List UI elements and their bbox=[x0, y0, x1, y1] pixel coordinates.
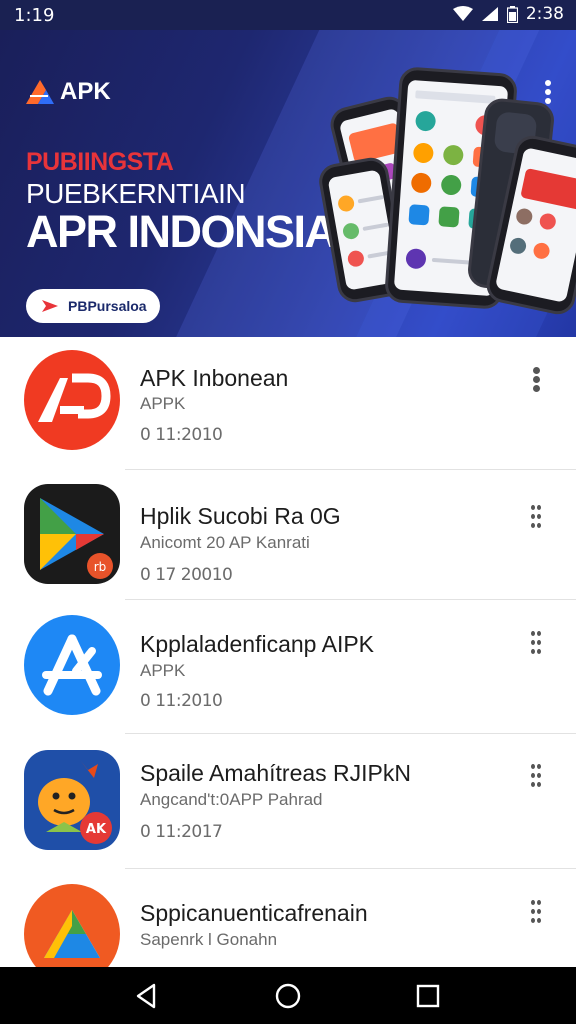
banner-headline-3: APR INDONSIA bbox=[26, 206, 337, 257]
svg-text:rb: rb bbox=[94, 560, 107, 574]
app-list: APK Inbonean APPK 0 11:2010 rb Hplik Suc… bbox=[0, 337, 576, 967]
banner-cta-button[interactable]: PBPursaloa bbox=[26, 289, 160, 323]
mascot-apk-icon: AK bbox=[24, 750, 120, 850]
app-subtitle: APPK bbox=[140, 394, 186, 413]
app-title: Hplik Sucobi Ra 0G bbox=[140, 503, 341, 529]
back-icon[interactable] bbox=[132, 981, 162, 1011]
apk-logo-icon bbox=[26, 80, 54, 104]
app-subtitle: Sapenrk l Gonahn bbox=[140, 930, 278, 949]
drive-triangle-icon bbox=[24, 884, 120, 967]
more-options-icon[interactable] bbox=[526, 505, 546, 535]
banner-headline-1: PUBIINGSTA bbox=[26, 148, 174, 176]
more-options-icon[interactable] bbox=[526, 367, 546, 397]
status-bar: 1:19 2:38 bbox=[0, 0, 576, 30]
list-item[interactable]: Kpplaladenficanp AIPK APPK 0 11:2010 bbox=[0, 601, 576, 734]
banner-cta-label: PBPursaloa bbox=[68, 298, 147, 314]
battery-time: 2:38 bbox=[525, 4, 564, 24]
recents-icon[interactable] bbox=[413, 981, 443, 1011]
apk-red-logo-icon bbox=[24, 350, 120, 450]
play-arrow-icon bbox=[42, 300, 58, 312]
app-subtitle: Angcand't:0APP Pahrad bbox=[140, 790, 323, 809]
hero-banner: APK PUBIINGSTA PUEBKERNTIAIN APR INDONSI… bbox=[0, 30, 576, 337]
list-item[interactable]: AK Spaile Amahítreas RJIPkN Angcand't:0A… bbox=[0, 736, 576, 869]
svg-text:AK: AK bbox=[86, 822, 107, 837]
app-subtitle: APPK bbox=[140, 661, 186, 680]
apk-logo[interactable]: APK bbox=[24, 78, 111, 106]
more-options-icon[interactable] bbox=[526, 764, 546, 794]
list-item[interactable]: rb Hplik Sucobi Ra 0G Anicomt 20 AP Kanr… bbox=[0, 467, 576, 600]
logo-text: APK bbox=[60, 78, 111, 105]
more-options-icon[interactable] bbox=[526, 900, 546, 930]
more-options-icon[interactable] bbox=[526, 631, 546, 661]
app-date: 0 11:2010 bbox=[140, 691, 223, 711]
system-nav-bar bbox=[0, 967, 576, 1024]
signal-icon bbox=[481, 7, 498, 21]
list-item[interactable]: APK Inbonean APPK 0 11:2010 bbox=[0, 337, 576, 470]
app-store-a-icon bbox=[24, 615, 120, 715]
play-triangle-icon: rb bbox=[24, 484, 120, 584]
list-item[interactable]: Sppicanuenticafrenain Sapenrk l Gonahn bbox=[0, 870, 576, 967]
battery-icon bbox=[506, 5, 518, 23]
app-subtitle: Anicomt 20 AP Kanrati bbox=[140, 533, 310, 552]
app-title: Kpplaladenficanp AIPK bbox=[140, 631, 375, 657]
wifi-icon bbox=[452, 6, 473, 21]
app-title: Spaile Amahítreas RJIPkN bbox=[140, 760, 412, 786]
app-date: 0 17 20010 bbox=[140, 565, 233, 585]
app-title: Sppicanuenticafrenain bbox=[140, 900, 368, 926]
clock: 1:19 bbox=[14, 5, 55, 26]
app-title: APK Inbonean bbox=[140, 365, 289, 391]
app-date: 0 11:2010 bbox=[140, 425, 223, 445]
home-icon[interactable] bbox=[273, 981, 303, 1011]
app-date: 0 11:2017 bbox=[140, 822, 223, 842]
